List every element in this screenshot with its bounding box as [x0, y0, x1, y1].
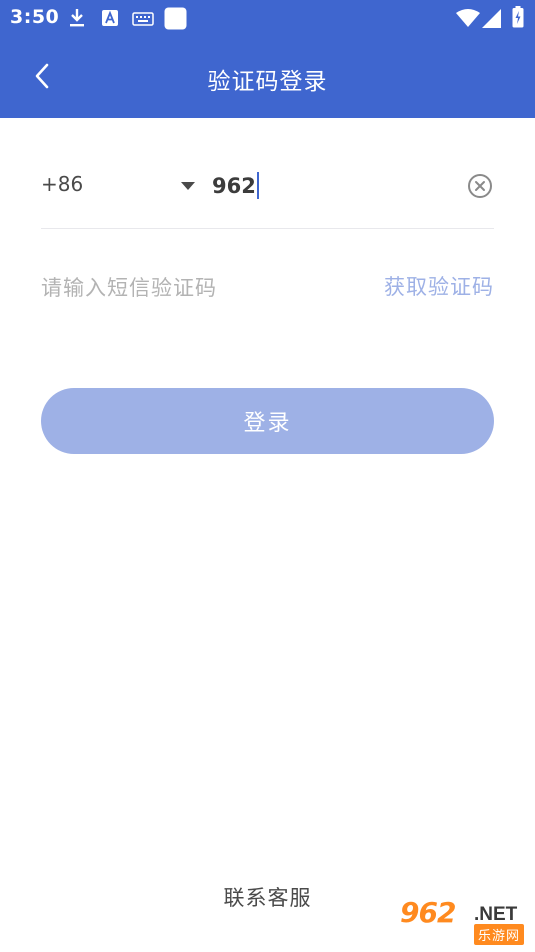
text-cursor	[256, 171, 259, 199]
phone-input[interactable]: 962	[212, 168, 442, 204]
country-code-dropdown[interactable]	[173, 174, 203, 198]
status-time: 3:50	[10, 6, 60, 28]
get-code-button[interactable]: 获取验证码	[384, 271, 494, 301]
cellular-signal-icon	[482, 9, 502, 32]
phone-row: +86 962	[41, 150, 494, 229]
verification-code-input[interactable]: 请输入短信验证码	[41, 272, 217, 302]
app-square-icon	[164, 7, 187, 34]
clear-circle-icon	[467, 174, 493, 203]
login-button[interactable]: 登录	[41, 388, 494, 454]
watermark-logo: 962 .NET 乐游网	[398, 896, 528, 946]
page-title: 验证码登录	[207, 69, 328, 95]
phone-input-value: 962	[212, 174, 256, 198]
clear-input-button[interactable]	[467, 173, 493, 199]
font-a-icon	[101, 9, 119, 31]
download-icon	[68, 8, 86, 32]
battery-icon	[512, 6, 524, 32]
status-bar: 3:50	[0, 0, 535, 36]
top-bar: 3:50 验证码登录	[0, 0, 535, 118]
caret-down-icon	[173, 182, 203, 202]
country-code[interactable]: +86	[41, 172, 83, 196]
watermark-net: .NET	[474, 904, 518, 925]
verification-code-row: 请输入短信验证码 获取验证码	[41, 250, 494, 326]
watermark-main: 962	[400, 896, 456, 929]
app-bar: 验证码登录	[0, 40, 535, 118]
watermark-sub: 乐游网	[474, 924, 525, 945]
wifi-icon	[456, 9, 480, 31]
keyboard-icon	[132, 11, 154, 30]
